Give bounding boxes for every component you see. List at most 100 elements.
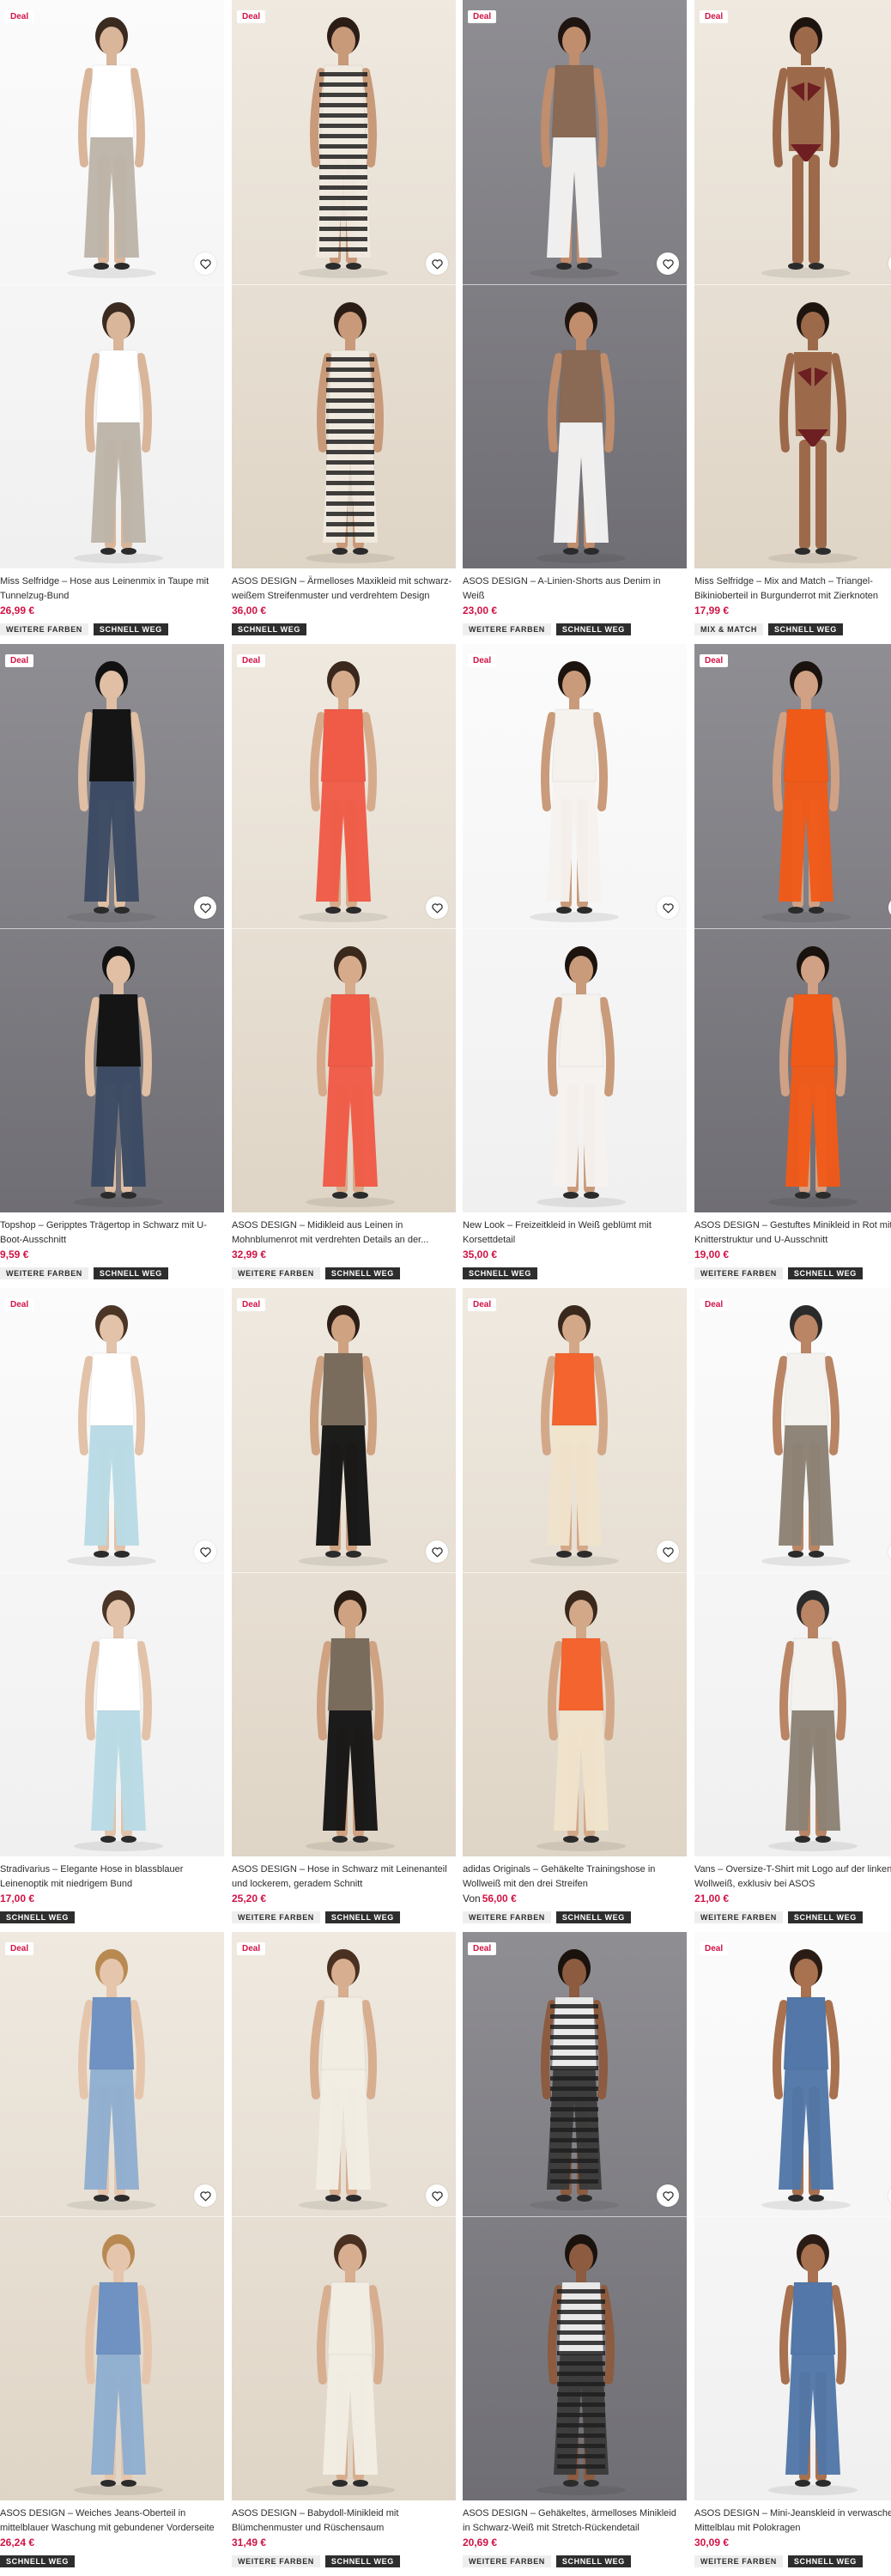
product-image[interactable]: Deal [463,1288,687,1856]
deal-badge: Deal [700,1298,729,1311]
product-title[interactable]: ASOS DESIGN – Midikleid aus Leinen in Mo… [232,1218,453,1248]
model-figure [232,929,456,1212]
deal-badge: Deal [468,10,497,23]
save-to-wishlist-button[interactable] [194,1540,216,1563]
product-image[interactable]: Deal [463,0,687,568]
selling-fast-badge: SCHNELL WEG [555,1911,631,1923]
save-to-wishlist-button[interactable] [657,896,679,919]
product-image[interactable]: Deal [232,1932,456,2500]
product-image[interactable]: Deal [694,1932,891,2500]
model-figure [694,1932,891,2216]
save-to-wishlist-button[interactable] [426,2184,448,2207]
deal-badge: Deal [700,1942,729,1955]
product-tags: WEITERE FARBEN SCHNELL WEG [0,1267,168,1279]
product-card[interactable]: Deal ASOS DESIGN – Hose in Schwarz mit Le… [232,1288,456,1932]
selling-fast-badge: SCHNELL WEG [0,1911,75,1923]
product-title[interactable]: Topshop – Geripptes Trägertop in Schwarz… [0,1218,221,1248]
product-tags: WEITERE FARBEN SCHNELL WEG [694,1267,863,1279]
product-image[interactable]: Deal [232,0,456,568]
save-to-wishlist-button[interactable] [657,1540,679,1563]
model-figure [694,285,891,568]
product-price: 21,00 € [694,1893,729,1905]
product-card[interactable]: Deal Topshop – Geripptes Trägertop in Sch… [0,644,224,1288]
save-to-wishlist-button[interactable] [426,252,448,275]
price-value: 25,20 € [232,1893,267,1905]
price-prefix: Von [463,1893,481,1905]
model-figure [0,285,224,568]
product-card[interactable]: Deal ASOS DESIGN – Midikleid aus Leinen i… [232,644,456,1288]
product-card[interactable]: Deal ASOS DESIGN – Mini-Jeanskleid in ver… [694,1932,891,2576]
price-value: 31,49 € [232,2537,267,2549]
model-figure [694,1573,891,1856]
product-card[interactable]: Deal Miss Selfridge – Mix and Match – Tri… [694,0,891,644]
product-card[interactable]: Deal ASOS DESIGN – Gehäkeltes, ärmelloses… [463,1932,687,2576]
product-card[interactable]: Deal Stradivarius – Elegante Hose in blas… [0,1288,224,1932]
product-photo-front [463,1932,687,2216]
product-title[interactable]: ASOS DESIGN – Ärmelloses Maxikleid mit s… [232,574,453,604]
selling-fast-badge: SCHNELL WEG [0,2555,75,2567]
save-to-wishlist-button[interactable] [426,1540,448,1563]
product-image[interactable]: Deal [232,1288,456,1856]
heart-icon [431,2190,443,2201]
model-figure [232,2217,456,2500]
model-figure [694,1288,891,1572]
save-to-wishlist-button[interactable] [194,2184,216,2207]
product-title[interactable]: Stradivarius – Elegante Hose in blassbla… [0,1862,221,1892]
product-image[interactable]: Deal [694,0,891,568]
product-tags: WEITERE FARBEN SCHNELL WEG [463,2555,631,2567]
product-title[interactable]: ASOS DESIGN – Babydoll-Minikleid mit Blü… [232,2506,453,2536]
product-photo-front [0,1932,224,2216]
product-title[interactable]: Miss Selfridge – Mix and Match – Triange… [694,574,891,604]
product-title[interactable]: Miss Selfridge – Hose aus Leinenmix in T… [0,574,221,604]
product-photo-back [232,928,456,1212]
product-title[interactable]: ASOS DESIGN – Weiches Jeans-Oberteil in … [0,2506,221,2536]
product-image[interactable]: Deal [463,1932,687,2500]
product-card[interactable]: Deal ASOS DESIGN – Babydoll-Minikleid mit… [232,1932,456,2576]
product-image[interactable]: Deal [0,1288,224,1856]
product-photo-back [463,928,687,1212]
heart-icon [662,1546,674,1557]
product-card[interactable]: Deal Miss Selfridge – Hose aus Leinenmix … [0,0,224,644]
product-price: 32,99 € [232,1249,266,1261]
product-title[interactable]: Vans – Oversize-T-Shirt mit Logo auf der… [694,1862,891,1892]
product-card[interactable]: Deal ASOS DESIGN – Weiches Jeans-Oberteil… [0,1932,224,2576]
product-title[interactable]: ASOS DESIGN – Gehäkeltes, ärmelloses Min… [463,2506,684,2536]
product-title[interactable]: ASOS DESIGN – Mini-Jeanskleid in verwasc… [694,2506,891,2536]
selling-fast-badge: SCHNELL WEG [324,1911,400,1923]
product-image[interactable]: Deal [694,1288,891,1856]
product-card[interactable]: Deal ASOS DESIGN – Ärmelloses Maxikleid m… [232,0,456,644]
product-card[interactable]: Deal Vans – Oversize-T-Shirt mit Logo auf… [694,1288,891,1932]
save-to-wishlist-button[interactable] [426,896,448,919]
product-card[interactable]: Deal ASOS DESIGN – A-Linien-Shorts aus De… [463,0,687,644]
product-tags: WEITERE FARBEN SCHNELL WEG [694,1911,863,1923]
product-photo-front [463,0,687,284]
deal-badge: Deal [237,654,266,667]
product-price: 20,69 € [463,2537,497,2549]
product-title[interactable]: adidas Originals – Gehäkelte Trainingsho… [463,1862,684,1892]
product-card[interactable]: Deal ASOS DESIGN – Gestuftes Minikleid in… [694,644,891,1288]
product-photo-front [463,644,687,928]
deal-badge: Deal [5,10,34,23]
product-price: 30,09 € [694,2537,729,2549]
product-title[interactable]: ASOS DESIGN – Gestuftes Minikleid in Rot… [694,1218,891,1248]
product-title[interactable]: ASOS DESIGN – Hose in Schwarz mit Leinen… [232,1862,453,1892]
product-title[interactable]: New Look – Freizeitkleid in Weiß geblümt… [463,1218,684,1248]
heart-icon [199,2190,211,2201]
product-tags: WEITERE FARBEN SCHNELL WEG [232,1267,400,1279]
product-image[interactable]: Deal [0,1932,224,2500]
product-image[interactable]: Deal [463,644,687,1212]
selling-fast-badge: SCHNELL WEG [767,623,843,635]
save-to-wishlist-button[interactable] [194,252,216,275]
product-card[interactable]: Deal adidas Originals – Gehäkelte Trainin… [463,1288,687,1932]
product-title[interactable]: ASOS DESIGN – A-Linien-Shorts aus Denim … [463,574,684,604]
save-to-wishlist-button[interactable] [194,896,216,919]
product-image[interactable]: Deal [232,644,456,1212]
price-value: 17,99 € [694,605,730,617]
product-image[interactable]: Deal [694,644,891,1212]
price-value: 32,99 € [232,1249,267,1261]
product-card[interactable]: Deal New Look – Freizeitkleid in Weiß geb… [463,644,687,1288]
save-to-wishlist-button[interactable] [657,2184,679,2207]
product-image[interactable]: Deal [0,644,224,1212]
product-image[interactable]: Deal [0,0,224,568]
save-to-wishlist-button[interactable] [657,252,679,275]
